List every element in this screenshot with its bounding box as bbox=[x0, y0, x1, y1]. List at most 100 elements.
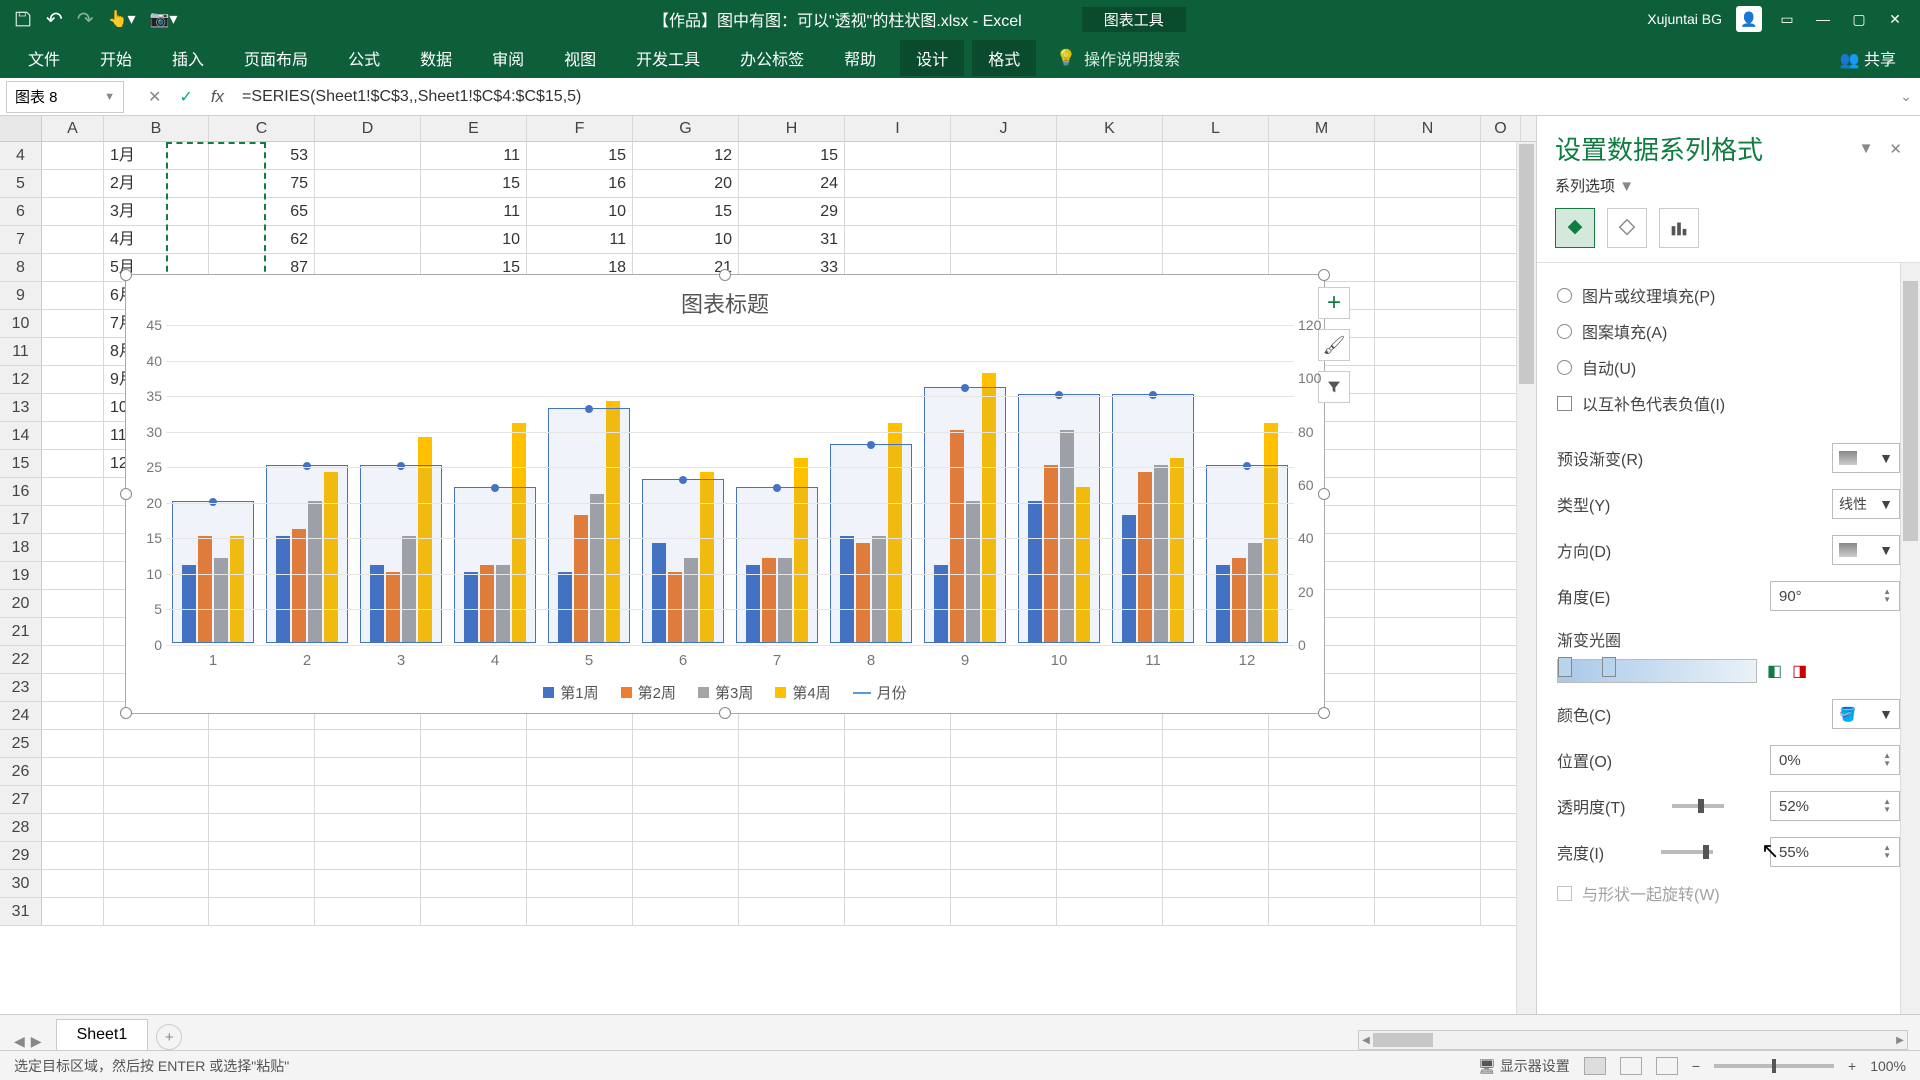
cell[interactable] bbox=[1375, 310, 1481, 337]
cell[interactable] bbox=[845, 814, 951, 841]
cell[interactable] bbox=[1163, 198, 1269, 225]
cell[interactable] bbox=[1481, 674, 1521, 701]
pane-options-icon[interactable]: ▼ bbox=[1859, 140, 1874, 158]
tellme-search[interactable]: 💡 操作说明搜索 bbox=[1056, 46, 1180, 70]
cell[interactable] bbox=[315, 758, 421, 785]
cell[interactable] bbox=[42, 394, 104, 421]
col-header[interactable]: O bbox=[1481, 116, 1521, 141]
cell[interactable] bbox=[1481, 226, 1521, 253]
cell[interactable]: 11 bbox=[421, 198, 527, 225]
cell[interactable] bbox=[1375, 870, 1481, 897]
cell[interactable] bbox=[421, 870, 527, 897]
tab-developer[interactable]: 开发工具 bbox=[620, 40, 716, 76]
cell[interactable]: 31 bbox=[739, 226, 845, 253]
cell[interactable]: 16 bbox=[527, 170, 633, 197]
view-normal-icon[interactable] bbox=[1584, 1057, 1606, 1075]
cell[interactable] bbox=[42, 534, 104, 561]
cell[interactable] bbox=[951, 758, 1057, 785]
cell[interactable] bbox=[1163, 814, 1269, 841]
row-header[interactable]: 19 bbox=[0, 562, 42, 589]
cell[interactable] bbox=[1057, 730, 1163, 757]
cell[interactable]: 15 bbox=[633, 198, 739, 225]
cell[interactable] bbox=[1375, 786, 1481, 813]
cell[interactable] bbox=[1375, 898, 1481, 925]
cell[interactable]: 10 bbox=[633, 226, 739, 253]
cell[interactable] bbox=[1163, 758, 1269, 785]
cell[interactable] bbox=[42, 590, 104, 617]
row-header[interactable]: 10 bbox=[0, 310, 42, 337]
row-header[interactable]: 6 bbox=[0, 198, 42, 225]
cell[interactable] bbox=[42, 142, 104, 169]
cell[interactable] bbox=[1375, 590, 1481, 617]
cell[interactable] bbox=[104, 786, 209, 813]
cell[interactable] bbox=[739, 730, 845, 757]
tab-home[interactable]: 开始 bbox=[84, 40, 148, 76]
col-header[interactable]: K bbox=[1057, 116, 1163, 141]
row-header[interactable]: 27 bbox=[0, 786, 42, 813]
col-header[interactable]: D bbox=[315, 116, 421, 141]
col-header[interactable]: F bbox=[527, 116, 633, 141]
cell[interactable] bbox=[951, 786, 1057, 813]
add-sheet-button[interactable]: + bbox=[156, 1024, 182, 1050]
zoom-slider[interactable] bbox=[1714, 1064, 1834, 1068]
cell[interactable] bbox=[527, 898, 633, 925]
cell[interactable] bbox=[1481, 170, 1521, 197]
cell[interactable] bbox=[1163, 842, 1269, 869]
cell[interactable] bbox=[739, 898, 845, 925]
cell[interactable] bbox=[1375, 226, 1481, 253]
sheet-tab[interactable]: Sheet1 bbox=[56, 1019, 149, 1050]
cell[interactable] bbox=[1057, 898, 1163, 925]
cell[interactable] bbox=[951, 142, 1057, 169]
cell[interactable] bbox=[1481, 646, 1521, 673]
cell[interactable] bbox=[315, 170, 421, 197]
cell[interactable] bbox=[42, 282, 104, 309]
name-box[interactable]: 图表 8▼ bbox=[6, 81, 124, 113]
gradient-stops-slider[interactable] bbox=[1557, 659, 1757, 683]
cell[interactable] bbox=[1481, 198, 1521, 225]
cell[interactable] bbox=[315, 198, 421, 225]
position-input[interactable]: 0%▲▼ bbox=[1770, 745, 1900, 775]
cell[interactable] bbox=[1269, 814, 1375, 841]
cell[interactable] bbox=[1481, 366, 1521, 393]
row-header[interactable]: 8 bbox=[0, 254, 42, 281]
cell[interactable] bbox=[42, 450, 104, 477]
cell[interactable] bbox=[1375, 338, 1481, 365]
selected-series-box[interactable] bbox=[454, 487, 536, 643]
tab-help[interactable]: 帮助 bbox=[828, 40, 892, 76]
cell[interactable] bbox=[845, 842, 951, 869]
row-header[interactable]: 11 bbox=[0, 338, 42, 365]
cell[interactable] bbox=[1481, 702, 1521, 729]
cell[interactable] bbox=[845, 758, 951, 785]
cell[interactable] bbox=[1163, 786, 1269, 813]
selected-series-box[interactable] bbox=[736, 487, 818, 643]
cell[interactable] bbox=[739, 842, 845, 869]
cell[interactable] bbox=[739, 870, 845, 897]
view-layout-icon[interactable] bbox=[1620, 1057, 1642, 1075]
cell[interactable] bbox=[527, 814, 633, 841]
share-button[interactable]: 👥 共享 bbox=[1840, 46, 1896, 70]
row-header[interactable]: 31 bbox=[0, 898, 42, 925]
tab-data[interactable]: 数据 bbox=[404, 40, 468, 76]
cell[interactable] bbox=[739, 758, 845, 785]
tab-design[interactable]: 设计 bbox=[900, 40, 964, 76]
cell[interactable] bbox=[42, 730, 104, 757]
cell[interactable] bbox=[42, 758, 104, 785]
maximize-icon[interactable]: ▢ bbox=[1848, 8, 1870, 30]
gradient-direction-dropdown[interactable]: ▼ bbox=[1832, 535, 1900, 565]
cell[interactable] bbox=[42, 198, 104, 225]
cell[interactable] bbox=[1057, 758, 1163, 785]
cell[interactable]: 10 bbox=[421, 226, 527, 253]
cell[interactable] bbox=[104, 814, 209, 841]
cell[interactable]: 4月 bbox=[104, 226, 209, 253]
cell[interactable]: 62 bbox=[209, 226, 315, 253]
tab-format[interactable]: 格式 bbox=[972, 40, 1036, 76]
cell[interactable] bbox=[42, 478, 104, 505]
cell[interactable] bbox=[633, 814, 739, 841]
selected-series-box[interactable] bbox=[360, 465, 442, 643]
vertical-scrollbar[interactable] bbox=[1516, 142, 1536, 1014]
cell[interactable] bbox=[315, 898, 421, 925]
series-options-dropdown[interactable]: 系列选项 ▼ bbox=[1537, 175, 1920, 208]
row-header[interactable]: 14 bbox=[0, 422, 42, 449]
row-header[interactable]: 17 bbox=[0, 506, 42, 533]
cell[interactable] bbox=[633, 842, 739, 869]
